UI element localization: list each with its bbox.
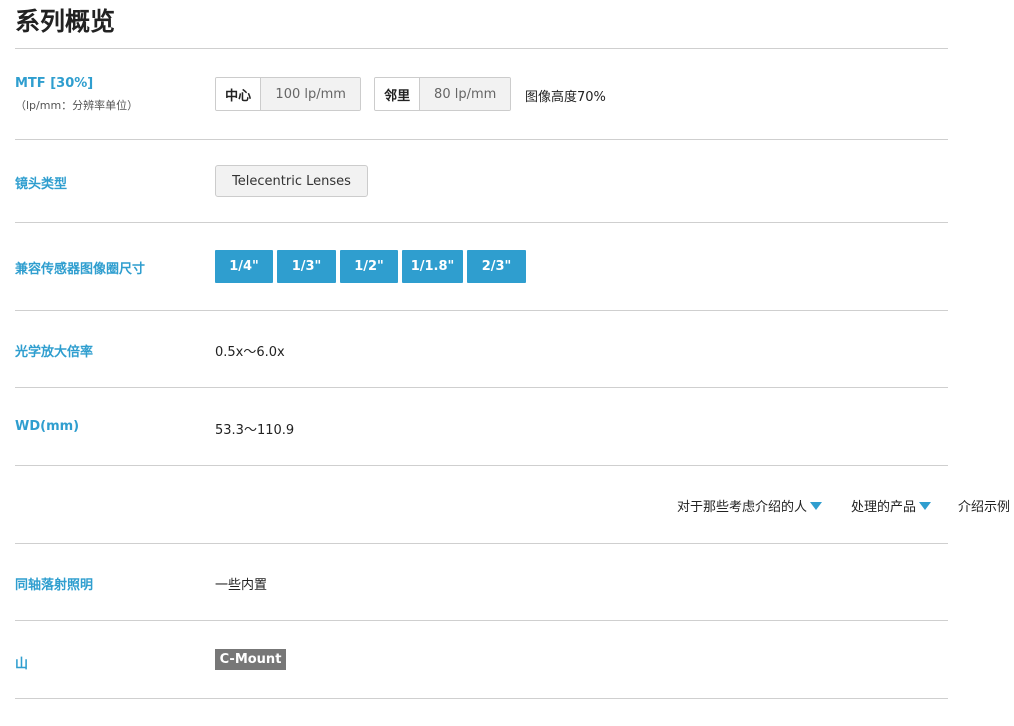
lens-type-label: 镜头类型 xyxy=(15,177,68,192)
mount-label: 山 xyxy=(15,657,29,672)
mtf-edge-box: 邻里 80 lp/mm xyxy=(374,77,511,111)
sensor-size-option[interactable]: 1/4" xyxy=(215,250,273,283)
lens-type-button[interactable]: Telecentric Lenses xyxy=(215,165,368,197)
divider xyxy=(15,698,948,699)
divider xyxy=(15,387,948,388)
sensor-size-option[interactable]: 1/2" xyxy=(340,250,398,283)
page-title: 系列概览 xyxy=(15,7,116,36)
sensor-size-option[interactable]: 1/1.8" xyxy=(402,250,463,283)
filter-examples-label: 介绍示例 xyxy=(958,500,1011,515)
magnification-label: 光学放大倍率 xyxy=(15,345,94,360)
triangle-down-icon xyxy=(919,501,932,510)
filter-products-label: 处理的产品 xyxy=(851,500,917,515)
mount-badge: C-Mount xyxy=(215,649,286,670)
filter-examples-link[interactable]: 介绍示例 xyxy=(958,496,1010,515)
coaxial-label: 同轴落射照明 xyxy=(15,578,94,593)
mtf-label: MTF [30%] xyxy=(15,76,94,91)
mtf-edge-key: 邻里 xyxy=(375,78,421,110)
mtf-image-height-note: 图像高度70% xyxy=(525,90,606,105)
filter-products-toggle[interactable]: 处理的产品 xyxy=(851,496,932,515)
triangle-down-icon xyxy=(810,501,823,510)
divider xyxy=(15,465,948,466)
filter-audience-toggle[interactable]: 对于那些考虑介绍的人 xyxy=(677,496,823,515)
divider xyxy=(15,48,948,49)
mtf-center-box: 中心 100 lp/mm xyxy=(215,77,361,111)
mtf-sublabel: （lp/mm：分辨率单位） xyxy=(15,99,139,112)
filter-audience-label: 对于那些考虑介绍的人 xyxy=(677,500,808,515)
wd-value: 53.3〜110.9 xyxy=(215,423,295,438)
mtf-center-key: 中心 xyxy=(216,78,262,110)
sensor-size-option[interactable]: 1/3" xyxy=(277,250,336,283)
wd-label: WD(mm) xyxy=(15,419,80,434)
sensor-size-label: 兼容传感器图像圈尺寸 xyxy=(15,262,146,277)
divider xyxy=(15,543,948,544)
magnification-value: 0.5x〜6.0x xyxy=(215,345,285,360)
coaxial-value: 一些内置 xyxy=(215,578,268,593)
mtf-center-value: 100 lp/mm xyxy=(261,78,360,110)
divider xyxy=(15,310,948,311)
divider xyxy=(15,620,948,621)
sensor-size-option[interactable]: 2/3" xyxy=(467,250,526,283)
divider xyxy=(15,222,948,223)
divider xyxy=(15,139,948,140)
mtf-edge-value: 80 lp/mm xyxy=(420,78,510,110)
